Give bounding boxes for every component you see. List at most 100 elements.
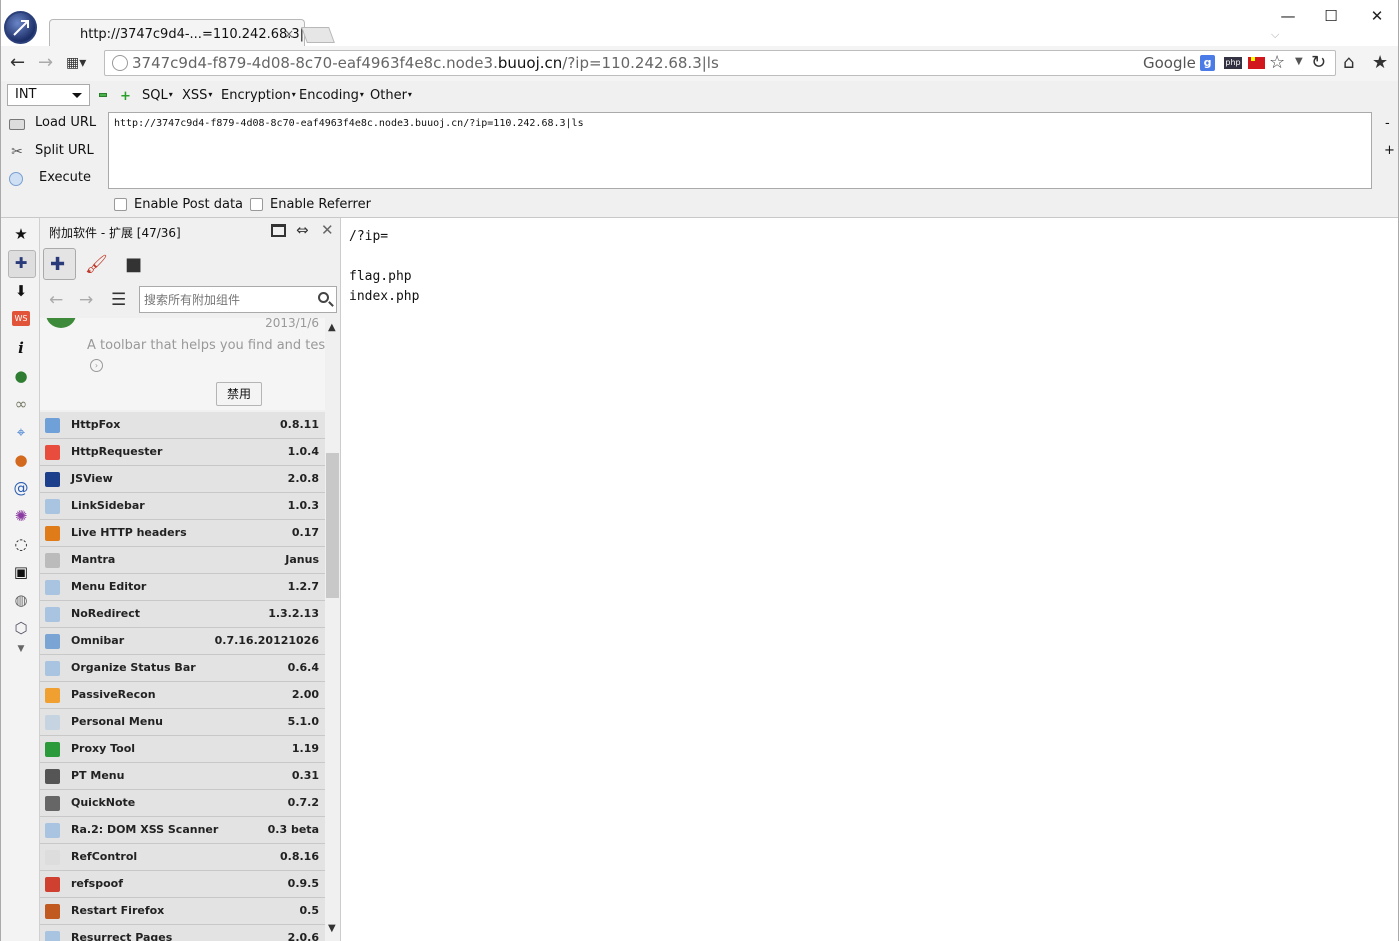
addon-row[interactable]: Resurrect Pages 2.0.6 (40, 925, 325, 941)
addon-row[interactable]: refspoof 0.9.5 (40, 871, 325, 898)
tab-close-icon[interactable]: × (284, 27, 294, 41)
globe-green-icon[interactable]: ● (12, 367, 30, 385)
menu-other[interactable]: Other (370, 88, 412, 103)
checkbox-box[interactable] (250, 198, 263, 211)
bookmark-star-icon[interactable]: ☆ (1269, 52, 1285, 73)
scroll-down-icon[interactable]: ▼ (328, 923, 336, 934)
addon-row[interactable]: NoRedirect 1.3.2.13 (40, 601, 325, 628)
scroll-thumb[interactable] (326, 453, 339, 598)
addon-row[interactable]: LinkSidebar 1.0.3 (40, 493, 325, 520)
addon-row[interactable]: RefControl 0.8.16 (40, 844, 325, 871)
bug-icon[interactable]: ✺ (12, 507, 30, 525)
minimize-button[interactable]: — (1278, 6, 1298, 26)
forward-icon[interactable]: → (38, 54, 53, 72)
star-icon[interactable]: ★ (12, 225, 30, 243)
addon-row[interactable]: PT Menu 0.31 (40, 763, 325, 790)
split-url-button[interactable]: ✂ Split URL (7, 142, 102, 162)
scroll-up-icon[interactable]: ▲ (328, 322, 336, 333)
addon-row[interactable]: QuickNote 0.7.2 (40, 790, 325, 817)
menu-xss[interactable]: XSS (182, 88, 212, 103)
search-engine-label[interactable]: Google (1143, 54, 1196, 72)
swap-icon[interactable]: ⇔ (296, 221, 309, 239)
browser-logo-icon[interactable] (4, 11, 37, 44)
increase-icon[interactable]: + (120, 89, 131, 104)
chevron-down-icon[interactable]: ▼ (12, 640, 30, 658)
close-window-button[interactable]: ✕ (1367, 6, 1387, 26)
menu-encryption[interactable]: Encryption (221, 88, 296, 103)
grid-menu-icon[interactable]: ▦▾ (66, 54, 86, 72)
home-icon[interactable]: ⌂ (1343, 54, 1354, 72)
execute-icon (9, 172, 23, 186)
addon-icon (45, 526, 60, 541)
window-icon[interactable] (271, 224, 286, 237)
info-icon[interactable]: i (12, 339, 30, 357)
url-textarea[interactable]: http://3747c9d4-f879-4d08-8c70-eaf4963f4… (108, 112, 1372, 189)
addon-name: Organize Status Bar (71, 661, 196, 674)
expand-textarea-button[interactable]: + (1384, 143, 1395, 158)
live-headers-icon[interactable]: ● (12, 451, 30, 469)
search-icon[interactable] (318, 292, 329, 303)
close-icon[interactable]: ✕ (321, 221, 334, 239)
menu-icon[interactable]: ☰ (111, 290, 126, 310)
google-icon[interactable]: g (1200, 55, 1215, 71)
load-url-button[interactable]: Load URL (7, 114, 102, 134)
palette-icon[interactable]: ◌ (12, 535, 30, 553)
cursor-icon[interactable]: ⌖ (12, 423, 30, 441)
addon-row[interactable]: Menu Editor 1.2.7 (40, 574, 325, 601)
reload-icon[interactable]: ↻ (1311, 52, 1326, 73)
scissors-icon: ✂ (11, 144, 23, 160)
new-tab-button[interactable] (301, 27, 335, 43)
grid-icon[interactable]: ▣ (12, 563, 30, 581)
php-icon[interactable]: php (1224, 57, 1242, 69)
addon-name: PT Menu (71, 769, 125, 782)
plugin-icon[interactable]: ■ (125, 254, 142, 275)
addon-row[interactable]: PassiveRecon 2.00 (40, 682, 325, 709)
addon-icon (45, 769, 60, 784)
decrease-icon[interactable] (99, 93, 107, 97)
addon-row[interactable]: Ra.2: DOM XSS Scanner 0.3 beta (40, 817, 325, 844)
world-icon[interactable]: ◍ (12, 591, 30, 609)
menu-encoding[interactable]: Encoding (299, 88, 364, 103)
ws-icon[interactable]: WS (12, 311, 30, 326)
checkbox-box[interactable] (114, 198, 127, 211)
maximize-button[interactable]: ☐ (1321, 6, 1341, 26)
type-select[interactable]: INT (7, 84, 90, 106)
forward-icon[interactable]: → (79, 290, 93, 310)
addon-row[interactable]: Proxy Tool 1.19 (40, 736, 325, 763)
addon-name: Mantra (71, 553, 116, 566)
addon-row[interactable]: Mantra Janus (40, 547, 325, 574)
url-bar[interactable]: 3747c9d4-f879-4d08-8c70-eaf4963f4e8c.nod… (104, 50, 1336, 76)
addon-row[interactable]: HttpFox 0.8.11 (40, 412, 325, 439)
tab-active[interactable]: http://3747c9d4-...=110.242.68.3|ls × (49, 19, 314, 46)
puzzle-icon[interactable]: ✚ (12, 254, 30, 272)
glasses-icon[interactable]: ∞ (12, 395, 30, 413)
chevron-down-icon[interactable]: ⌵ (1271, 28, 1279, 42)
addon-name: Restart Firefox (71, 904, 165, 917)
search-box[interactable] (139, 286, 337, 313)
back-icon[interactable]: ← (10, 54, 25, 72)
menu-sql[interactable]: SQL (142, 88, 173, 103)
scrollbar[interactable]: ▲ ▼ (325, 318, 340, 941)
dropdown-icon[interactable]: ▼ (1295, 56, 1303, 67)
url-text[interactable]: 3747c9d4-f879-4d08-8c70-eaf4963f4e8c.nod… (132, 54, 719, 72)
addon-row[interactable]: HttpRequester 1.0.4 (40, 439, 325, 466)
search-input[interactable] (144, 291, 309, 308)
star-icon[interactable]: ★ (1372, 54, 1388, 72)
addon-row[interactable]: Live HTTP headers 0.17 (40, 520, 325, 547)
addon-row[interactable]: Restart Firefox 0.5 (40, 898, 325, 925)
disable-button[interactable]: 禁用 (216, 382, 262, 406)
spiral-icon[interactable]: @ (12, 479, 30, 497)
addon-row[interactable]: JSView 2.0.8 (40, 466, 325, 493)
execute-button[interactable]: Execute (7, 169, 102, 189)
more-icon[interactable]: › (90, 359, 103, 372)
addon-detail[interactable]: 2013/1/6 A toolbar that helps you find a… (40, 318, 325, 410)
addon-row[interactable]: Omnibar 0.7.16.20121026 (40, 628, 325, 655)
tag-icon[interactable]: ⬡ (12, 619, 30, 637)
shrink-textarea-button[interactable]: - (1385, 116, 1390, 131)
addon-row[interactable]: Organize Status Bar 0.6.4 (40, 655, 325, 682)
addon-row[interactable]: Personal Menu 5.1.0 (40, 709, 325, 736)
download-icon[interactable]: ⬇ (12, 282, 30, 300)
output-line: flag.php (349, 269, 412, 284)
brush-icon[interactable]: 🖌 (85, 254, 108, 275)
back-icon[interactable]: ← (49, 290, 63, 310)
